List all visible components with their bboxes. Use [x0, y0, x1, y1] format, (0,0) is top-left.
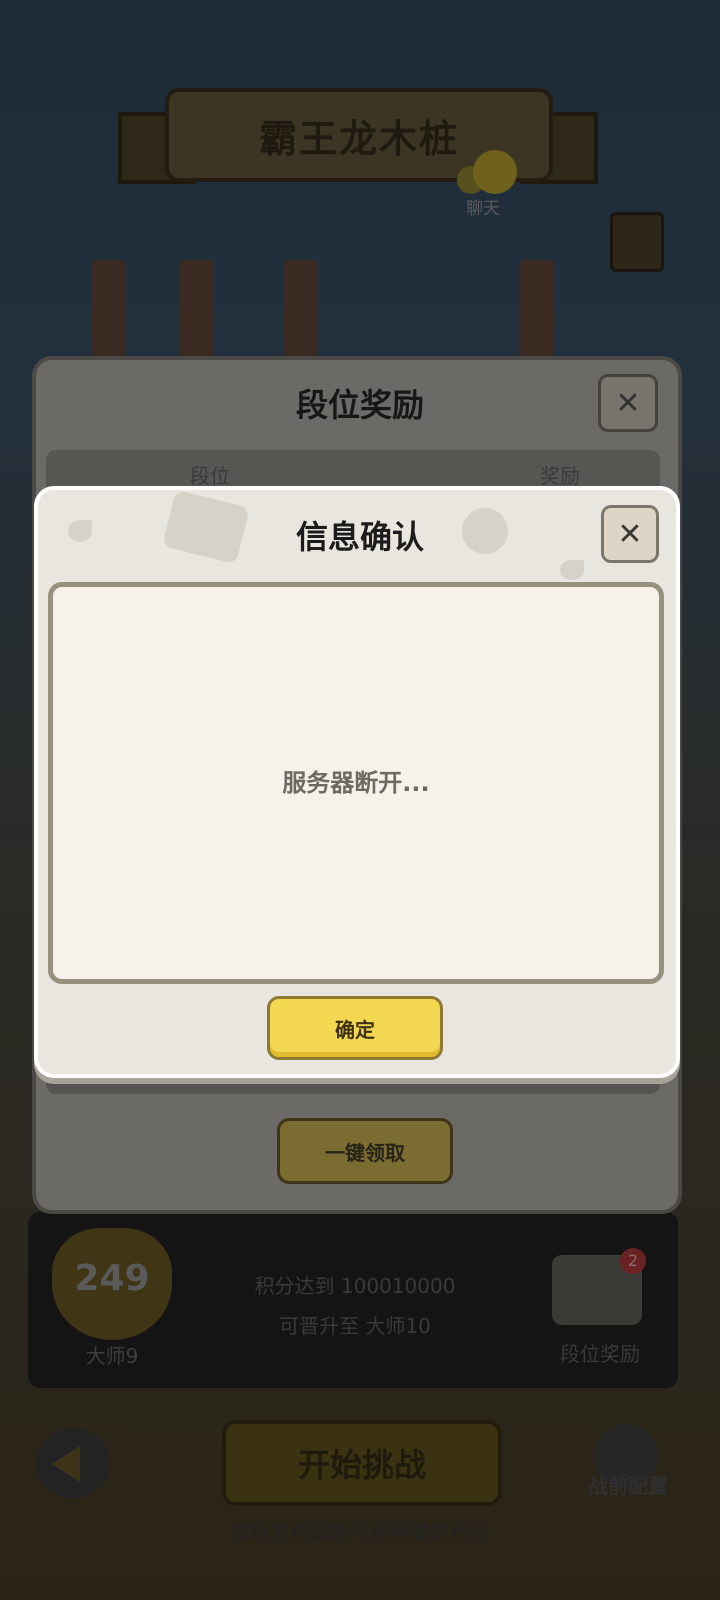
decorative-shape — [560, 560, 584, 580]
rank-progress-requirement: 积分达到 100010000 — [254, 1274, 456, 1298]
confirm-button[interactable]: 确定 — [267, 996, 443, 1060]
close-icon: ✕ — [617, 516, 643, 552]
tip-text: 击败主线技能可获得更高积分 — [230, 1520, 490, 1544]
rank-reward-close-button[interactable]: ✕ — [598, 374, 658, 432]
start-challenge-button[interactable]: 开始挑战 — [222, 1420, 502, 1506]
chat-label: 聊天 — [466, 199, 500, 219]
reward-count-badge: 2 — [620, 1248, 646, 1274]
close-icon: ✕ — [615, 385, 641, 421]
dialog-close-button[interactable]: ✕ — [601, 505, 659, 563]
rank-name: 大师9 — [85, 1344, 139, 1368]
scene-pillar — [180, 260, 214, 370]
scroll-icon[interactable] — [610, 212, 664, 272]
column-header-reward: 奖励 — [540, 464, 580, 488]
stage-title: 霸王龙木桩 — [258, 116, 459, 161]
rank-progress-next: 可晋升至 大师10 — [279, 1314, 431, 1338]
scene-pillar — [92, 260, 126, 370]
dialog-message: 服务器断开... — [282, 769, 430, 797]
rank-score: 249 — [74, 1258, 150, 1299]
chat-button[interactable]: 聊天 — [455, 150, 525, 220]
claim-all-button[interactable]: 一键领取 — [277, 1118, 453, 1184]
back-arrow-icon — [52, 1446, 80, 1482]
scene-pillar — [284, 260, 318, 370]
pre-battle-config-label: 战前配置 — [588, 1474, 668, 1498]
column-header-rank: 段位 — [190, 464, 230, 488]
scene-pillar — [520, 260, 554, 370]
chat-face-icon — [473, 150, 517, 194]
rank-reward-label: 段位奖励 — [560, 1342, 640, 1366]
